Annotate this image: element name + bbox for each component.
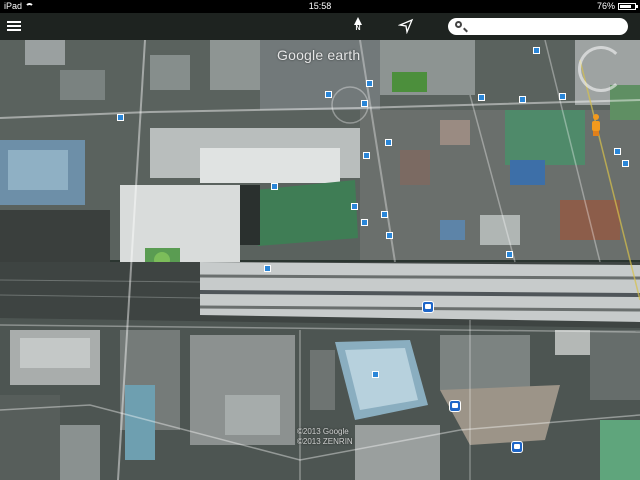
poi-marker[interactable] [366, 80, 373, 87]
poi-marker[interactable] [361, 219, 368, 226]
poi-marker[interactable] [519, 96, 526, 103]
poi-marker[interactable] [559, 93, 566, 100]
poi-marker[interactable] [361, 100, 368, 107]
poi-marker[interactable] [372, 371, 379, 378]
compass-icon[interactable]: N [352, 17, 364, 37]
map-copyright: ©2013 Google ©2013 ZENRIN [297, 427, 353, 447]
poi-marker[interactable] [271, 183, 278, 190]
poi-marker[interactable] [478, 94, 485, 101]
status-bar: iPad 15:58 76% [0, 0, 640, 13]
aerial-map[interactable] [0, 0, 640, 480]
poi-marker[interactable] [506, 251, 513, 258]
poi-marker[interactable] [622, 160, 629, 167]
poi-marker[interactable] [614, 148, 621, 155]
poi-marker[interactable] [386, 232, 393, 239]
search-field[interactable] [448, 18, 628, 35]
bus-stop-icon[interactable] [511, 441, 523, 453]
poi-marker[interactable] [325, 91, 332, 98]
poi-marker[interactable] [385, 139, 392, 146]
copyright-google: ©2013 Google [297, 427, 349, 436]
poi-marker[interactable] [264, 265, 271, 272]
rotation-ring-control[interactable] [578, 46, 624, 92]
poi-marker[interactable] [351, 203, 358, 210]
bus-stop-icon[interactable] [422, 301, 434, 313]
google-earth-screen: Google earth ©2013 Google ©2013 ZENRIN i… [0, 0, 640, 480]
search-icon [455, 21, 462, 28]
battery-percent: 76% [596, 1, 615, 11]
poi-marker[interactable] [363, 152, 370, 159]
search-input[interactable] [470, 19, 624, 35]
bus-stop-icon[interactable] [449, 400, 461, 412]
top-toolbar: N [0, 13, 640, 40]
copyright-zenrin: ©2013 ZENRIN [297, 437, 353, 446]
hamburger-menu-icon[interactable] [6, 18, 22, 34]
location-arrow-icon[interactable] [398, 18, 414, 34]
poi-marker[interactable] [533, 47, 540, 54]
battery-icon [618, 2, 638, 10]
poi-marker[interactable] [381, 211, 388, 218]
pegman-street-view-icon[interactable] [591, 114, 601, 136]
compass-north-label: N [355, 25, 361, 32]
google-earth-watermark: Google earth [277, 47, 361, 63]
poi-marker[interactable] [117, 114, 124, 121]
clock: 15:58 [308, 1, 332, 11]
